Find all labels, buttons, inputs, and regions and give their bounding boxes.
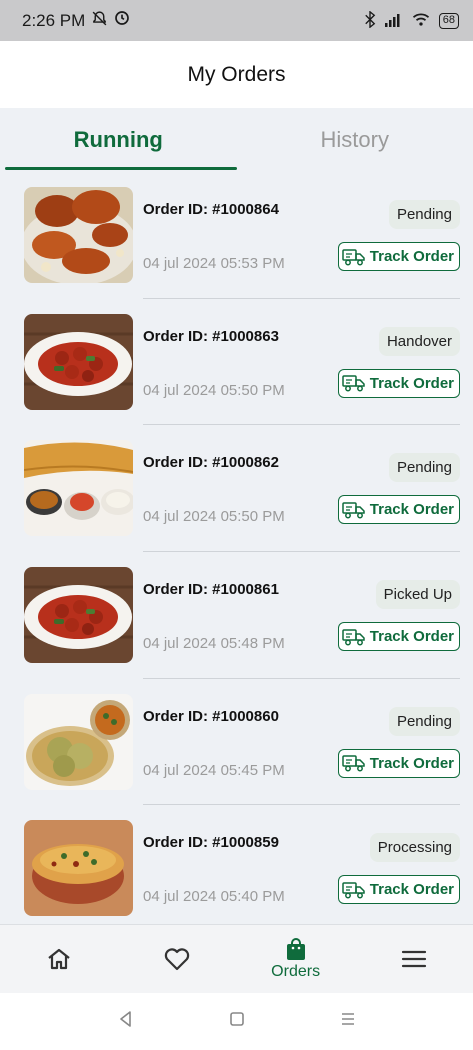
heart-icon [165, 948, 190, 971]
delivery-truck-icon [342, 248, 365, 265]
menu-icon [401, 950, 426, 968]
track-order-button[interactable]: Track Order [337, 495, 460, 525]
biryani-image [24, 820, 133, 917]
nav-menu[interactable] [355, 925, 473, 993]
wifi-icon [412, 12, 430, 30]
home-square-icon[interactable] [228, 1010, 246, 1033]
order-date: 04 jul 2024 05:48 PM [143, 635, 285, 653]
status-badge: Processing [369, 833, 460, 863]
delivery-truck-icon [342, 755, 365, 772]
clock-icon [114, 10, 130, 31]
dosa-image [24, 440, 133, 537]
track-order-button[interactable]: Track Order [337, 622, 460, 652]
order-date: 04 jul 2024 05:50 PM [143, 508, 285, 526]
battery-indicator: 68 [438, 12, 459, 29]
status-badge: Handover [378, 326, 460, 356]
system-nav-bar [0, 993, 473, 1050]
recents-icon[interactable] [339, 1010, 357, 1033]
order-item[interactable]: Order ID: #1000860 04 jul 2024 05:45 PM … [0, 679, 473, 806]
order-id: Order ID: #1000860 [143, 707, 279, 725]
app-header: My Orders [0, 41, 473, 108]
bottom-nav: Orders [0, 924, 473, 993]
bluetooth-icon [364, 9, 376, 31]
track-order-label: Track Order [369, 501, 454, 519]
chilli-chicken-image [24, 313, 133, 410]
order-item[interactable]: Order ID: #1000861 04 jul 2024 05:48 PM … [0, 552, 473, 679]
order-id: Order ID: #1000863 [143, 327, 279, 345]
order-id: Order ID: #1000862 [143, 454, 279, 472]
track-order-label: Track Order [369, 374, 454, 392]
nav-orders-label: Orders [271, 963, 321, 980]
nav-home[interactable] [0, 925, 118, 993]
puri-curry-image [24, 693, 133, 790]
order-list: Order ID: #1000864 04 jul 2024 05:53 PM … [0, 172, 473, 924]
order-date: 04 jul 2024 05:50 PM [143, 381, 285, 399]
page-title: My Orders [187, 62, 286, 86]
tab-running[interactable]: Running [0, 108, 237, 172]
track-order-label: Track Order [369, 881, 454, 899]
status-bar: 2:26 PM 68 [0, 0, 473, 41]
status-badge: Pending [388, 200, 460, 229]
order-id: Order ID: #1000864 [143, 201, 279, 218]
status-time: 2:26 PM [22, 10, 86, 30]
track-order-button[interactable]: Track Order [337, 748, 460, 778]
delivery-truck-icon [342, 502, 365, 519]
back-icon[interactable] [117, 1010, 135, 1033]
delivery-truck-icon [342, 375, 365, 392]
track-order-label: Track Order [369, 754, 454, 772]
order-item[interactable]: Order ID: #1000862 04 jul 2024 05:50 PM … [0, 425, 473, 553]
order-item[interactable]: Order ID: #1000863 04 jul 2024 05:50 PM … [0, 299, 473, 426]
order-date: 04 jul 2024 05:53 PM [143, 255, 285, 272]
delivery-truck-icon [342, 882, 365, 899]
shopping-bag-icon [286, 938, 305, 960]
home-icon [48, 948, 70, 970]
track-order-button[interactable]: Track Order [337, 242, 460, 271]
track-order-label: Track Order [369, 248, 454, 265]
delivery-truck-icon [342, 628, 365, 646]
nav-orders[interactable]: Orders [237, 925, 355, 993]
nav-favorites[interactable] [118, 925, 236, 993]
status-badge: Pending [388, 453, 460, 483]
order-tabs: Running History [0, 108, 473, 172]
order-id: Order ID: #1000861 [143, 581, 279, 599]
order-item[interactable]: Order ID: #1000864 04 jul 2024 05:53 PM … [0, 172, 473, 299]
status-badge: Pending [388, 706, 460, 736]
bell-off-icon [91, 10, 108, 32]
fried-chicken-image [24, 187, 133, 283]
track-order-button[interactable]: Track Order [337, 368, 460, 398]
status-badge: Picked Up [375, 580, 460, 610]
order-date: 04 jul 2024 05:45 PM [143, 761, 285, 779]
order-id: Order ID: #1000859 [143, 834, 279, 852]
tab-history[interactable]: History [237, 108, 473, 172]
chilli-chicken-image [24, 567, 133, 664]
order-item[interactable]: Order ID: #1000859 04 jul 2024 05:40 PM … [0, 805, 473, 924]
track-order-label: Track Order [369, 628, 454, 646]
track-order-button[interactable]: Track Order [337, 875, 460, 905]
signal-icon [384, 12, 403, 30]
order-date: 04 jul 2024 05:40 PM [143, 888, 285, 906]
